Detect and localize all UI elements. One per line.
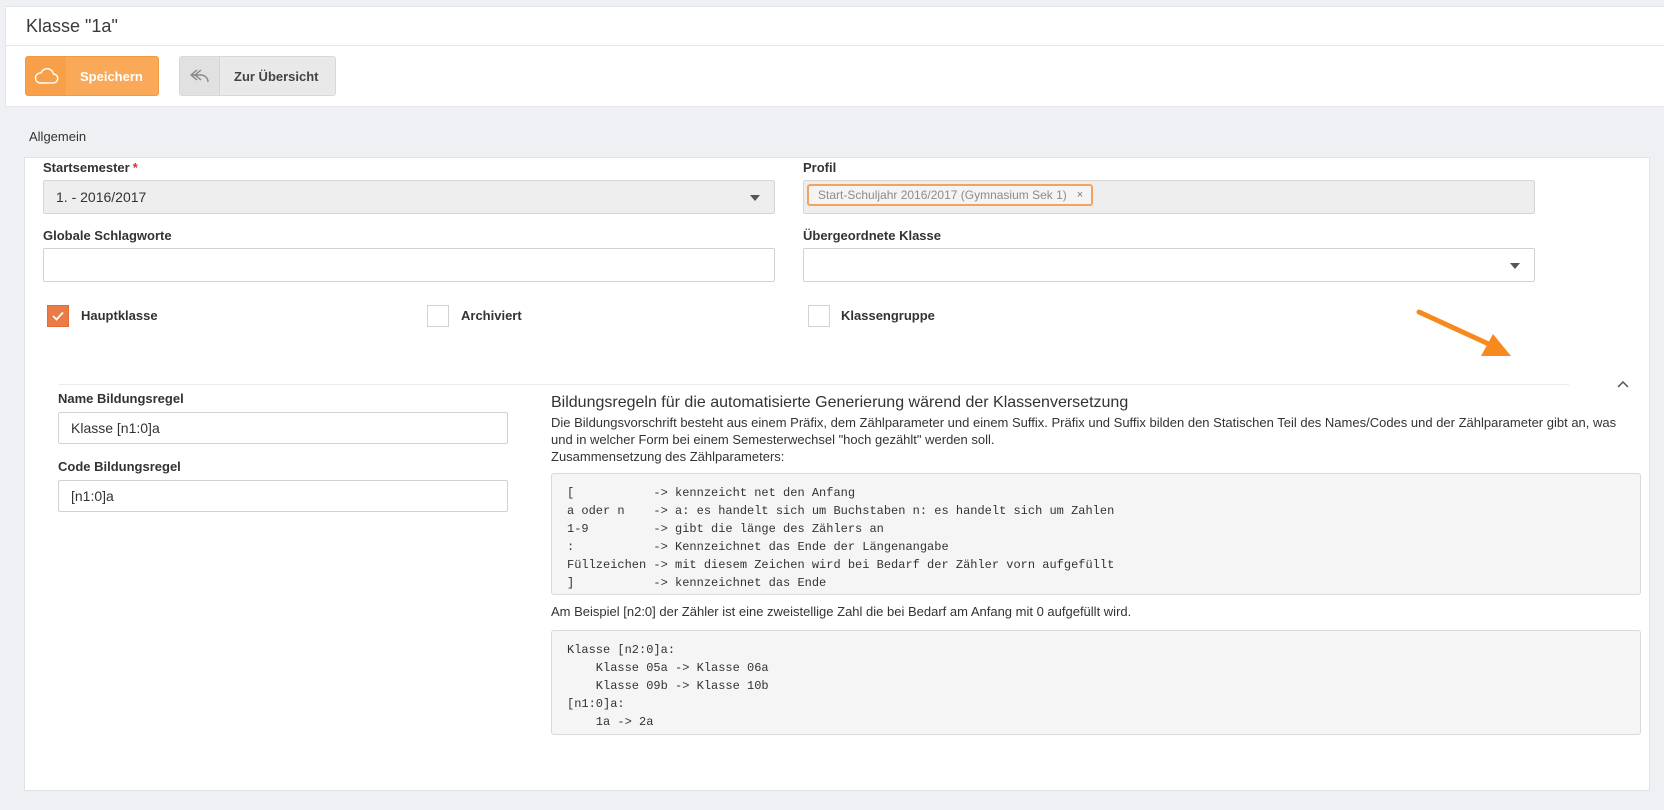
required-mark: *	[132, 160, 138, 175]
checkmark-icon	[52, 311, 64, 321]
section-title: Allgemein	[29, 129, 87, 144]
general-panel: Startsemester * 1. - 2016/2017 Profil Sta…	[24, 157, 1650, 791]
profil-tag: Start-Schuljahr 2016/2017 (Gymnasium Sek…	[807, 184, 1094, 206]
archiviert-label: Archiviert	[461, 308, 522, 323]
save-button[interactable]: Speichern	[25, 56, 159, 96]
page-title: Klasse "1a"	[26, 16, 118, 36]
caret-down-icon	[1510, 263, 1520, 269]
rules-description: Die Bildungsvorschrift besteht aus einem…	[551, 414, 1641, 465]
rules-desc-paragraph: Die Bildungsvorschrift besteht aus einem…	[551, 415, 1617, 447]
name-rule-input[interactable]: Klasse [n1:0]a	[58, 412, 508, 444]
schlagworte-label: Globale Schlagworte	[43, 228, 172, 243]
example-text: Am Beispiel [n2:0] der Zähler ist eine z…	[551, 604, 1132, 619]
archiviert-checkbox[interactable]	[427, 305, 449, 327]
uebergeordnet-label: Übergeordnete Klasse	[803, 228, 941, 243]
startsemester-select[interactable]: 1. - 2016/2017	[43, 180, 775, 214]
klassengruppe-label: Klassengruppe	[841, 308, 935, 323]
profil-multiselect[interactable]: Start-Schuljahr 2016/2017 (Gymnasium Sek…	[803, 180, 1535, 214]
rules-title: Bildungsregeln für die automatisierte Ge…	[551, 394, 1129, 411]
counter-syntax-code: [ -> kennzeicht net den Anfang a oder n …	[551, 473, 1641, 595]
annotation-arrow-icon	[1416, 309, 1511, 356]
rules-desc-subheading: Zusammensetzung des Zählparameters:	[551, 449, 785, 464]
startsemester-label: Startsemester *	[43, 160, 138, 175]
reply-arrow-icon	[180, 57, 220, 95]
back-to-overview-button[interactable]: Zur Übersicht	[179, 56, 336, 96]
chevron-up-icon[interactable]	[1615, 378, 1631, 390]
klassengruppe-checkbox[interactable]	[808, 305, 830, 327]
schlagworte-input[interactable]	[43, 248, 775, 282]
code-rule-label: Code Bildungsregel	[58, 459, 181, 474]
hauptklasse-label: Hauptklasse	[81, 308, 158, 323]
uebergeordnet-select[interactable]	[803, 248, 1535, 282]
save-button-label: Speichern	[80, 68, 143, 84]
startsemester-value: 1. - 2016/2017	[56, 189, 147, 205]
caret-down-icon	[750, 195, 760, 201]
header-divider	[6, 45, 1664, 46]
page-header: Klasse "1a" Speichern Zur Übersicht	[5, 6, 1664, 107]
hauptklasse-checkbox[interactable]	[47, 305, 69, 327]
profil-tag-label: Start-Schuljahr 2016/2017 (Gymnasium Sek…	[818, 188, 1067, 202]
example-code: Klasse [n2:0]a: Klasse 05a -> Klasse 06a…	[551, 630, 1641, 735]
name-rule-label: Name Bildungsregel	[58, 391, 184, 406]
back-button-label: Zur Übersicht	[234, 68, 319, 84]
code-rule-input[interactable]: [n1:0]a	[58, 480, 508, 512]
section-divider	[59, 384, 1569, 385]
profil-label: Profil	[803, 160, 837, 175]
cloud-icon	[26, 57, 66, 95]
tag-remove-icon[interactable]: ×	[1077, 189, 1083, 201]
